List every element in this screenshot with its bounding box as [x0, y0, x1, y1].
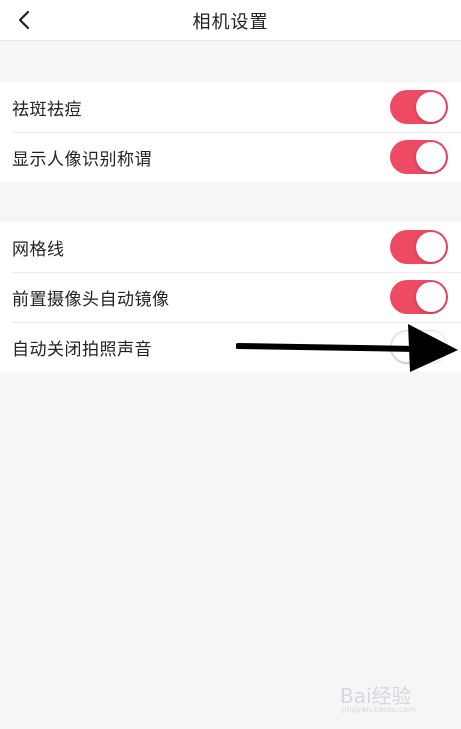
toggle-knob [416, 92, 446, 122]
toggle-knob [392, 332, 422, 362]
setting-label: 祛斑祛痘 [12, 100, 82, 120]
mute-shutter-sound-toggle[interactable] [390, 330, 448, 364]
setting-row-grid-lines: 网格线 [0, 222, 461, 272]
setting-row-face-recognition-title: 显示人像识别称谓 [0, 132, 461, 182]
toggle-knob [416, 142, 446, 172]
toggle-knob [416, 232, 446, 262]
setting-row-front-camera-mirror: 前置摄像头自动镜像 [0, 272, 461, 322]
setting-label: 自动关闭拍照声音 [12, 340, 152, 360]
watermark: Bai经验 jingyan.baidu.com [340, 680, 450, 720]
front-camera-mirror-toggle[interactable] [390, 280, 448, 314]
watermark-sub: jingyan.baidu.com [342, 705, 416, 714]
page-title: 相机设置 [192, 12, 269, 33]
spot-removal-toggle[interactable] [390, 90, 448, 124]
toggle-knob [416, 282, 446, 312]
setting-label: 前置摄像头自动镜像 [12, 290, 170, 310]
setting-label: 显示人像识别称谓 [12, 150, 152, 170]
setting-row-mute-shutter-sound: 自动关闭拍照声音 [0, 322, 461, 372]
top-bar: 相机设置 [0, 0, 461, 41]
settings-group-beauty: 祛斑祛痘 显示人像识别称谓 [0, 82, 461, 182]
setting-label: 网格线 [12, 240, 65, 260]
setting-row-spot-removal: 祛斑祛痘 [0, 82, 461, 132]
face-recognition-title-toggle[interactable] [390, 140, 448, 174]
grid-lines-toggle[interactable] [390, 230, 448, 264]
settings-group-camera: 网格线 前置摄像头自动镜像 自动关闭拍照声音 [0, 222, 461, 372]
